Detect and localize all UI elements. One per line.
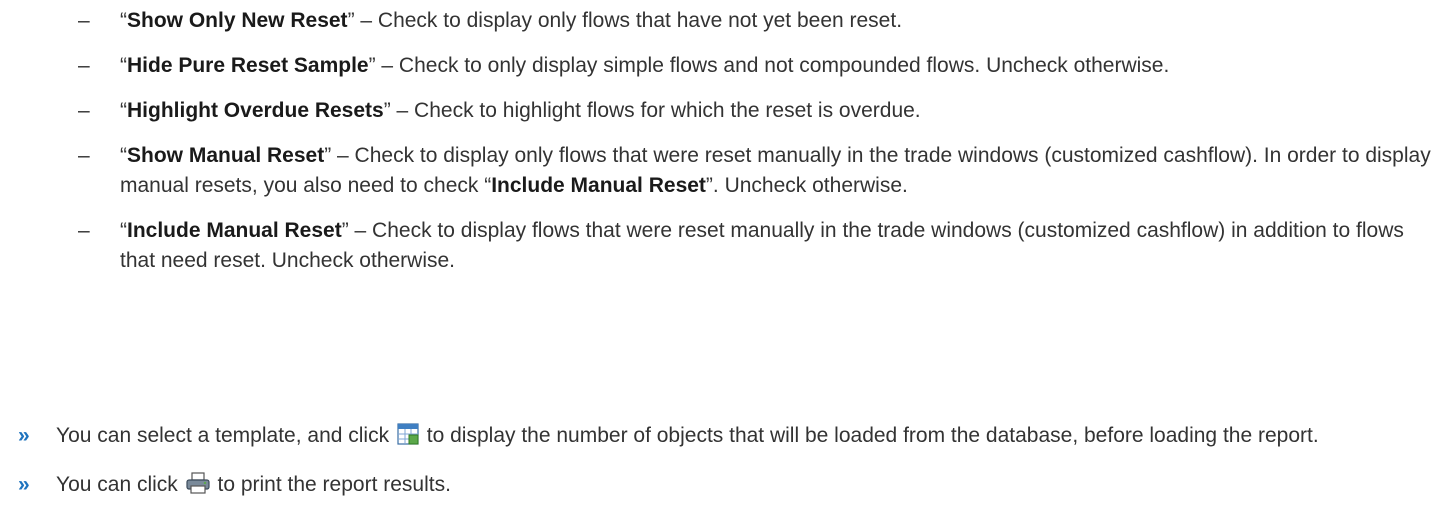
dash-marker: –	[78, 144, 90, 167]
option-term: Highlight Overdue Resets	[127, 99, 384, 122]
instruction-object-count: » You can select a template, and click t…	[16, 421, 1436, 454]
open-quote: “	[120, 9, 127, 32]
option-include-manual-reset: – “Include Manual Reset” – Check to disp…	[78, 216, 1434, 276]
instructions-list: » You can select a template, and click t…	[16, 421, 1436, 519]
bullet-marker: »	[18, 473, 30, 496]
open-quote: “	[120, 54, 127, 77]
document-page: – “Show Only New Reset” – Check to displ…	[0, 0, 1438, 527]
option-term: Include Manual Reset	[127, 219, 342, 242]
option-term: Show Manual Reset	[127, 144, 325, 167]
option-term-reference: Include Manual Reset	[491, 174, 706, 197]
object-count-icon[interactable]	[397, 423, 419, 454]
reset-options-list: – “Show Only New Reset” – Check to displ…	[78, 6, 1434, 291]
open-quote: “	[120, 219, 127, 242]
option-show-only-new-reset: – “Show Only New Reset” – Check to displ…	[78, 6, 1434, 36]
option-term: Show Only New Reset	[127, 9, 348, 32]
dash-marker: –	[78, 9, 90, 32]
option-term: Hide Pure Reset Sample	[127, 54, 369, 77]
option-description: ” – Check to highlight flows for which t…	[383, 99, 921, 122]
option-show-manual-reset: – “Show Manual Reset” – Check to display…	[78, 141, 1434, 201]
instruction-text-after: to print the report results.	[217, 473, 451, 496]
option-description: ” – Check to only display simple flows a…	[368, 54, 1170, 77]
dash-marker: –	[78, 99, 90, 122]
instruction-text-before: You can click	[56, 473, 178, 496]
option-description-end: ”. Uncheck otherwise.	[705, 174, 908, 197]
instruction-text-after: to display the number of objects that wi…	[426, 424, 1319, 447]
instruction-print: » You can click to print the report resu…	[16, 470, 1436, 503]
option-description: ” – Check to display only flows that hav…	[347, 9, 903, 32]
open-quote: “	[120, 99, 127, 122]
dash-marker: –	[78, 54, 90, 77]
option-highlight-overdue-resets: – “Highlight Overdue Resets” – Check to …	[78, 96, 1434, 126]
instruction-text-before: You can select a template, and click	[56, 424, 390, 447]
dash-marker: –	[78, 219, 90, 242]
print-icon[interactable]	[186, 472, 210, 503]
open-quote: “	[120, 144, 127, 167]
option-hide-pure-reset-sample: – “Hide Pure Reset Sample” – Check to on…	[78, 51, 1434, 81]
bullet-marker: »	[18, 424, 30, 447]
